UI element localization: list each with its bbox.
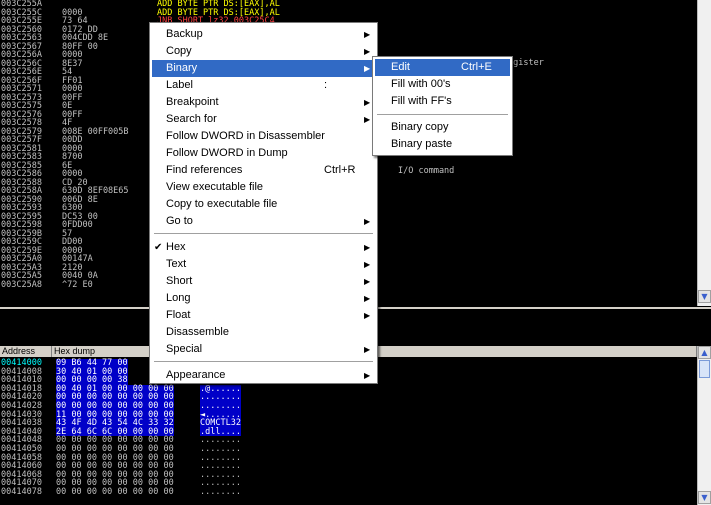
submenu-item-label: Binary copy: [391, 121, 449, 133]
dump-scrollbar[interactable]: ▲ ▼: [697, 346, 711, 505]
menu-item-label: Find references: [166, 164, 243, 176]
menu-item-label: Special: [166, 343, 203, 355]
submenu-item-binary-copy[interactable]: Binary copy: [375, 119, 510, 136]
chevron-right-icon: ▶: [364, 47, 371, 56]
chevron-right-icon: ▶: [364, 217, 371, 226]
chevron-right-icon: ▶: [364, 277, 371, 286]
menu-item-float[interactable]: Float ▶: [152, 307, 375, 324]
submenu-item-label: Edit: [391, 61, 410, 73]
dump-row[interactable]: 00414078 00 00 00 00 00 00 00 00........: [0, 488, 697, 497]
binary-submenu: Edit Ctrl+E Fill with 00's Fill with FF's Bi…: [372, 56, 513, 156]
menu-item-label: Hex: [166, 241, 186, 253]
menu-item-shortcut: :: [324, 79, 328, 91]
menu-item-long[interactable]: Long ▶: [152, 290, 375, 307]
menu-item-label: Follow DWORD in Disassembler: [166, 130, 325, 142]
check-icon: ✔: [154, 242, 163, 253]
menu-item-disassemble[interactable]: Disassemble: [152, 324, 375, 341]
context-menu: Backup ▶ Copy ▶ Binary ▶ Label: Breakpoint ▶ Sear…: [149, 22, 378, 384]
chevron-right-icon: ▶: [364, 98, 371, 107]
menu-item-search-for[interactable]: Search for ▶: [152, 111, 375, 128]
menu-item-label: Text: [166, 258, 187, 270]
submenu-item-edit[interactable]: Edit Ctrl+E: [375, 59, 510, 76]
menu-item-follow-dword-in-dump[interactable]: Follow DWORD in Dump: [152, 145, 375, 162]
menu-item-label: View executable file: [166, 181, 264, 193]
menu-item-binary[interactable]: Binary ▶: [152, 60, 375, 77]
menu-item-label: Breakpoint: [166, 96, 219, 108]
chevron-right-icon: ▶: [364, 64, 371, 73]
menu-item-text[interactable]: Text ▶: [152, 256, 375, 273]
submenu-item-shortcut: Ctrl+E: [461, 61, 492, 73]
menu-item-label: Go to: [166, 215, 193, 227]
menu-item-label[interactable]: Label:: [152, 77, 375, 94]
menu-item-label: Copy: [166, 45, 192, 57]
menu-item-hex[interactable]: ✔ Hex ▶: [152, 239, 375, 256]
menu-item-view-executable-file[interactable]: View executable file: [152, 179, 375, 196]
submenu-separator: [377, 114, 508, 116]
menu-item-label: Disassemble: [166, 326, 229, 338]
menu-item-label: Copy to executable file: [166, 198, 278, 210]
dump-scroll-thumb[interactable]: [699, 360, 710, 378]
submenu-item-binary-paste[interactable]: Binary paste: [375, 136, 510, 153]
menu-item-label: Follow DWORD in Dump: [166, 147, 288, 159]
menu-item-short[interactable]: Short ▶: [152, 273, 375, 290]
menu-item-go-to[interactable]: Go to ▶: [152, 213, 375, 230]
menu-item-shortcut: Ctrl+R: [324, 164, 356, 176]
dump-hex-bytes: 00 00 00 00 00 00 00 00: [56, 487, 174, 497]
chevron-right-icon: ▶: [364, 115, 371, 124]
row-hex: ^72 E0: [62, 279, 93, 290]
scroll-down-icon[interactable]: ▼: [698, 491, 711, 504]
scroll-up-icon[interactable]: ▲: [698, 346, 711, 359]
disassembly-comment: egister: [508, 58, 544, 68]
disassembly-comment: I/O command: [398, 166, 455, 176]
menu-item-label: Label: [166, 79, 193, 91]
scroll-down-icon[interactable]: ▼: [698, 290, 711, 303]
column-header-address[interactable]: Address: [0, 346, 52, 357]
chevron-right-icon: ▶: [364, 294, 371, 303]
menu-item-label: Short: [166, 275, 193, 287]
menu-item-appearance[interactable]: Appearance ▶: [152, 367, 375, 384]
submenu-item-label: Fill with FF's: [391, 95, 452, 107]
menu-item-copy-to-executable-file[interactable]: Copy to executable file: [152, 196, 375, 213]
menu-item-label: Binary: [166, 62, 198, 74]
menu-item-special[interactable]: Special ▶: [152, 341, 375, 358]
menu-item-backup[interactable]: Backup ▶: [152, 26, 375, 43]
menu-item-label: Appearance: [166, 369, 226, 381]
menu-item-find-references[interactable]: Find references Ctrl+R: [152, 162, 375, 179]
disassembly-scrollbar[interactable]: ▼: [697, 0, 711, 306]
chevron-right-icon: ▶: [364, 311, 371, 320]
chevron-right-icon: ▶: [364, 260, 371, 269]
submenu-item-fill-with-00-s[interactable]: Fill with 00's: [375, 76, 510, 93]
menu-item-breakpoint[interactable]: Breakpoint ▶: [152, 94, 375, 111]
row-address: 003C25A8: [1, 279, 42, 290]
dump-address: 00414078: [1, 487, 42, 497]
menu-item-label: Long: [166, 292, 191, 304]
menu-item-label: Backup: [166, 28, 203, 40]
menu-separator: [154, 233, 373, 235]
chevron-right-icon: ▶: [364, 30, 371, 39]
submenu-item-label: Fill with 00's: [391, 78, 451, 90]
chevron-right-icon: ▶: [364, 345, 371, 354]
dump-ascii: ........: [200, 487, 241, 497]
submenu-item-label: Binary paste: [391, 138, 453, 150]
menu-item-copy[interactable]: Copy ▶: [152, 43, 375, 60]
menu-item-follow-dword-in-disassembler[interactable]: Follow DWORD in Disassembler: [152, 128, 375, 145]
menu-item-label: Float: [166, 309, 191, 321]
chevron-right-icon: ▶: [364, 243, 371, 252]
chevron-right-icon: ▶: [364, 371, 371, 380]
submenu-item-fill-with-ff-s[interactable]: Fill with FF's: [375, 93, 510, 110]
menu-separator: [154, 361, 373, 363]
menu-item-label: Search for: [166, 113, 217, 125]
